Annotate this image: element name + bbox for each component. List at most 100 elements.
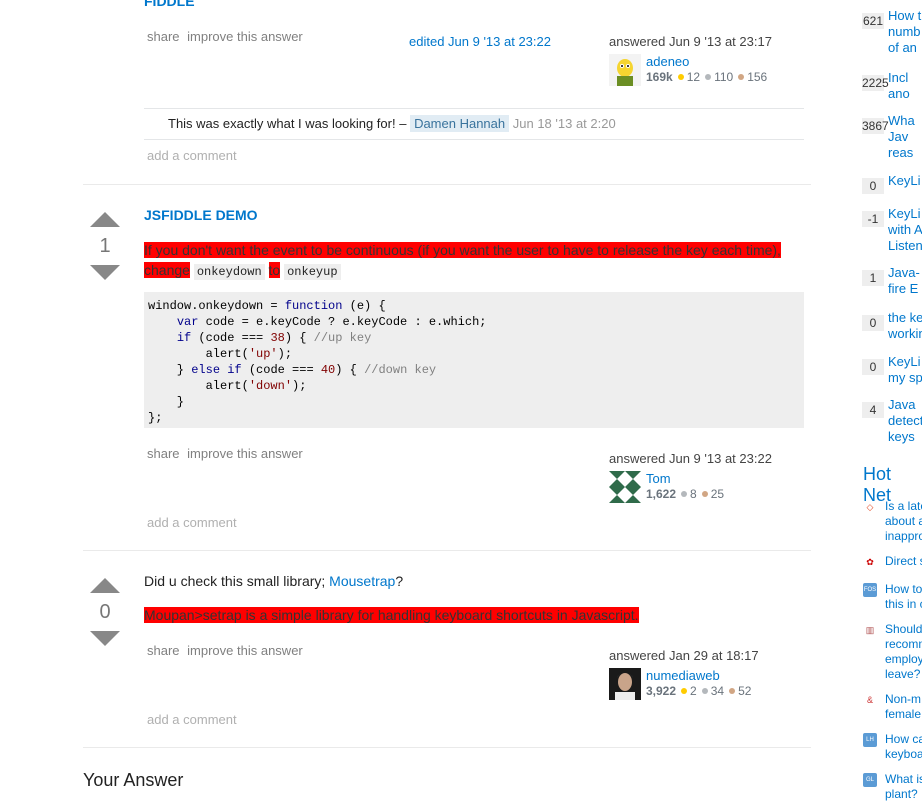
- answer2-user-card: answered Jun 9 '13 at 23:22 Tom 1,622 8 25: [609, 451, 809, 503]
- related-question-link[interactable]: Java-fire E: [888, 265, 920, 297]
- related-question-link[interactable]: KeyLi with A Listen: [888, 206, 922, 254]
- hot-question-link[interactable]: What is plant?: [885, 772, 922, 802]
- user-name[interactable]: Tom: [646, 471, 724, 486]
- vote-down-icon[interactable]: [90, 265, 120, 280]
- answer-divider: [83, 184, 811, 185]
- reputation-score: 3,922: [646, 684, 677, 698]
- hot-question-link[interactable]: Direct s: [885, 554, 922, 569]
- code-line: var code = e.keyCode ? e.keyCode : e.whi…: [176, 315, 487, 329]
- answer1-user-card: answered Jun 9 '13 at 23:17 adeneo 169k 1…: [609, 34, 809, 86]
- comment: This was exactly what I was looking for!…: [144, 108, 804, 140]
- related-question-link[interactable]: Incl ano: [888, 70, 910, 102]
- user-name[interactable]: adeneo: [646, 54, 767, 69]
- vote-down-icon[interactable]: [90, 631, 120, 646]
- hot-question-link[interactable]: How ca keyboa: [885, 732, 922, 762]
- related-question-link[interactable]: How t numb of an: [888, 8, 921, 56]
- hot-question-link[interactable]: Shouldrecommemployleave?: [885, 622, 922, 682]
- related-question-link[interactable]: Wha Jav reas: [888, 113, 915, 161]
- vote-box: 1: [90, 212, 120, 280]
- answer3-user-card: answered Jan 29 at 18:17 numediaweb 3,92…: [609, 648, 809, 700]
- related-question-score: 3867: [862, 118, 889, 134]
- improve-answer-link[interactable]: improve this answer: [187, 29, 303, 44]
- related-question-link[interactable]: Java detect keys: [888, 397, 922, 445]
- vote-up-icon[interactable]: [90, 578, 120, 593]
- answered-time: answered Jun 9 '13 at 23:22: [609, 451, 772, 466]
- highlighted-text: to: [268, 262, 281, 278]
- gold-badge-icon: [677, 74, 684, 81]
- answer3-highlight: Moupan>setrap is a simple library for ha…: [144, 607, 639, 623]
- avatar[interactable]: [609, 54, 641, 86]
- site-icon: GL: [863, 773, 877, 787]
- code-line: if (code === 38) { //up key: [176, 331, 372, 345]
- answer3-post-menu: share improve this answer: [147, 643, 307, 658]
- add-comment-link[interactable]: add a comment: [147, 712, 237, 727]
- silver-badge-count: 34: [710, 684, 725, 698]
- mousetrap-link[interactable]: Mousetrap: [329, 573, 395, 589]
- code-block: window.onkeydown = function (e) { var co…: [144, 292, 804, 428]
- reputation-score: 169k: [646, 70, 673, 84]
- comment-text: This was exactly what I was looking for!…: [168, 116, 407, 131]
- code-line: };: [148, 411, 163, 425]
- reputation: 1,622 8 25: [646, 486, 724, 503]
- user-name[interactable]: numediaweb: [646, 668, 751, 683]
- edited-link[interactable]: edited Jun 9 '13 at 23:22: [409, 34, 551, 49]
- site-icon: ▥: [865, 625, 875, 635]
- related-question-link[interactable]: KeyLi: [888, 173, 921, 189]
- jsfiddle-demo-link[interactable]: JSFIDDLE DEMO: [144, 207, 258, 223]
- site-icon: ◇: [866, 502, 874, 512]
- related-question-score: 0: [862, 359, 884, 375]
- bronze-badge-icon: [729, 688, 736, 695]
- gold-badge-count: 2: [690, 684, 697, 698]
- answer2-post-menu: share improve this answer: [147, 446, 307, 461]
- share-link[interactable]: share: [147, 643, 180, 658]
- answer3-text: Did u check this small library; Mousetra…: [144, 573, 403, 589]
- avatar[interactable]: [609, 471, 641, 503]
- vote-count: 1: [99, 235, 111, 257]
- inline-code: onkeyup: [284, 264, 341, 280]
- hot-question-link[interactable]: How to this in c: [885, 582, 922, 612]
- related-question-link[interactable]: the ke workin: [888, 310, 922, 342]
- improve-answer-link[interactable]: improve this answer: [187, 643, 303, 658]
- vote-up-icon[interactable]: [90, 212, 120, 227]
- code-line: alert('up');: [148, 347, 293, 361]
- answer-divider: [83, 747, 811, 748]
- answer1-post-menu: share improve this answer: [147, 29, 307, 44]
- code-line: alert('down');: [148, 379, 307, 393]
- gold-badge-count: 12: [686, 70, 701, 84]
- answer-divider: [83, 550, 811, 551]
- add-comment-link[interactable]: add a comment: [147, 515, 237, 530]
- site-icon: LH: [863, 733, 877, 747]
- add-comment-link[interactable]: add a comment: [147, 148, 237, 163]
- related-question-score: 4: [862, 402, 884, 418]
- share-link[interactable]: share: [147, 29, 180, 44]
- related-question-link[interactable]: KeyLi my sp: [888, 354, 922, 386]
- answer1-heading[interactable]: FIDDLE: [144, 0, 195, 9]
- related-question-score: 1: [862, 270, 884, 286]
- answered-time: answered Jun 9 '13 at 23:17: [609, 34, 772, 49]
- hot-question-link[interactable]: Non-m female: [885, 692, 921, 722]
- related-question-score: -1: [862, 211, 884, 227]
- code-line: }: [148, 395, 185, 409]
- bronze-badge-count: 25: [710, 487, 725, 501]
- silver-badge-count: 8: [690, 487, 697, 501]
- answer-text: ?: [395, 573, 404, 589]
- hot-question-link[interactable]: Is a lateabout ainappro: [885, 499, 922, 544]
- site-icon: ✿: [866, 557, 874, 567]
- vote-box: 0: [90, 578, 120, 646]
- improve-answer-link[interactable]: improve this answer: [187, 446, 303, 461]
- reputation: 3,922 2 34 52: [646, 683, 751, 700]
- site-icon: FOS: [863, 583, 877, 597]
- silver-badge-icon: [705, 74, 712, 81]
- answer-text: Did u check this small library;: [144, 573, 326, 589]
- comment-date[interactable]: Jun 18 '13 at 2:20: [513, 116, 616, 131]
- silver-badge-icon: [681, 491, 688, 498]
- gold-badge-icon: [681, 688, 688, 695]
- site-icon: &: [866, 695, 873, 705]
- your-answer-heading: Your Answer: [83, 770, 184, 790]
- comment-user[interactable]: Damen Hannah: [410, 115, 510, 132]
- silver-badge-count: 110: [714, 70, 734, 84]
- bronze-badge-icon: [738, 74, 745, 81]
- share-link[interactable]: share: [147, 446, 180, 461]
- code-line: window.onkeydown = function (e) {: [148, 299, 386, 313]
- avatar[interactable]: [609, 668, 641, 700]
